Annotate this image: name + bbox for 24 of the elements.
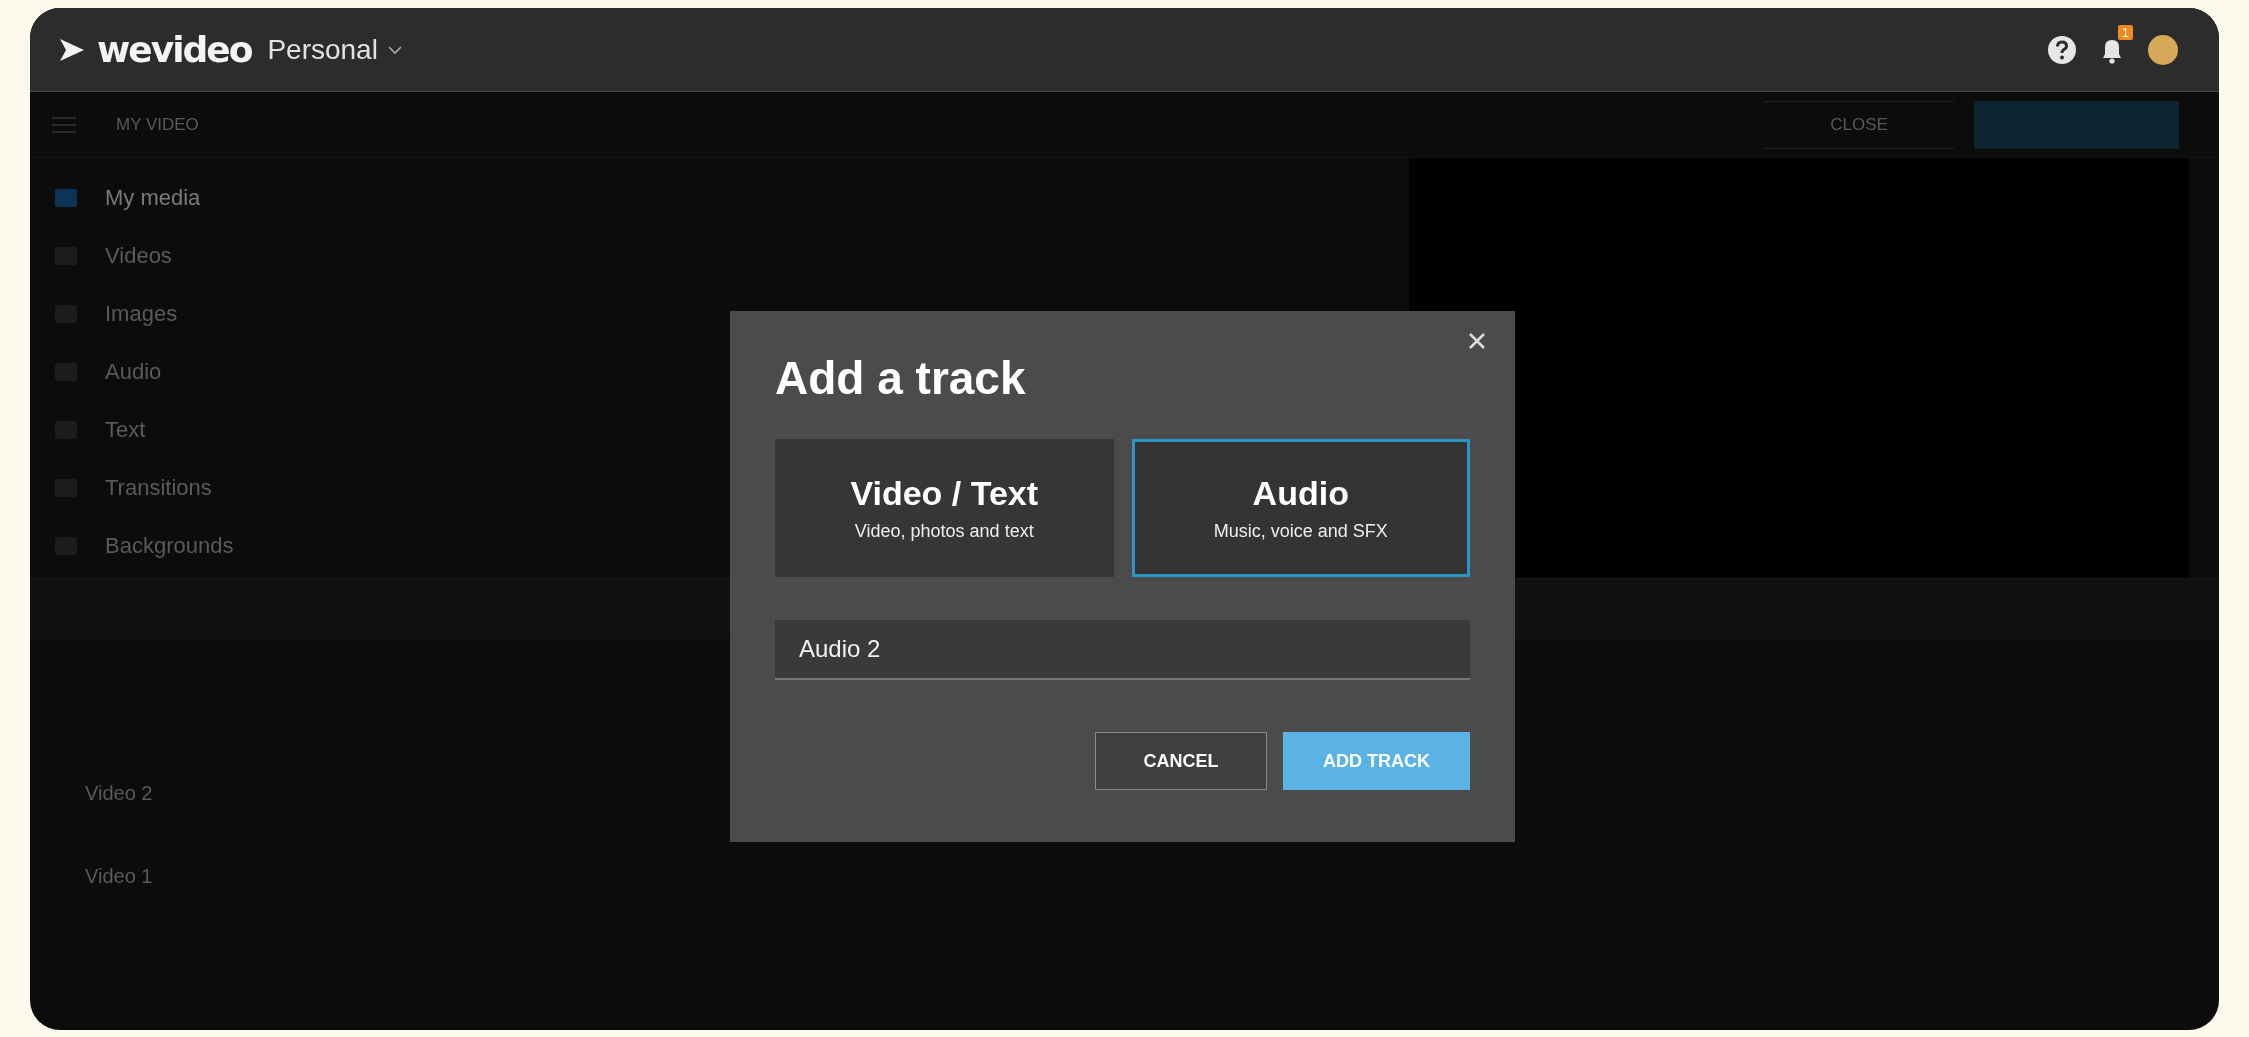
track-name-field[interactable]: Audio 2: [775, 620, 1470, 680]
sidebar-item[interactable]: Backgrounds: [55, 526, 360, 566]
close-button[interactable]: CLOSE: [1764, 100, 1954, 149]
track-type-option[interactable]: Video / Text Video, photos and text: [775, 439, 1114, 577]
track-label: Video 2: [85, 781, 153, 804]
close-icon[interactable]: [1467, 331, 1487, 351]
sidebar-item[interactable]: Images: [55, 294, 360, 334]
track-label: Video 1: [85, 864, 153, 887]
sidebar-item[interactable]: Text: [55, 410, 360, 450]
help-icon[interactable]: [2047, 34, 2077, 65]
sidebar-item[interactable]: Videos: [55, 236, 360, 276]
sidebar-item[interactable]: Transitions: [55, 468, 360, 508]
workspace-menu[interactable]: Personal: [267, 33, 378, 66]
my-video-tab[interactable]: MY VIDEO: [116, 114, 199, 135]
add-track-button[interactable]: ADD TRACK: [1283, 732, 1470, 790]
dialog-title: Add a track: [775, 351, 1027, 405]
notification-badge: 1: [2117, 24, 2133, 40]
avatar[interactable]: [2147, 33, 2179, 66]
sidebar-item[interactable]: My media: [55, 178, 360, 218]
cancel-button[interactable]: CANCEL: [1095, 732, 1267, 790]
chevron-down-icon[interactable]: [387, 44, 402, 55]
track-type-option[interactable]: Audio Music, voice and SFX: [1131, 439, 1470, 577]
logo: wevideo: [97, 29, 252, 70]
sidebar-item[interactable]: Audio: [55, 352, 360, 392]
